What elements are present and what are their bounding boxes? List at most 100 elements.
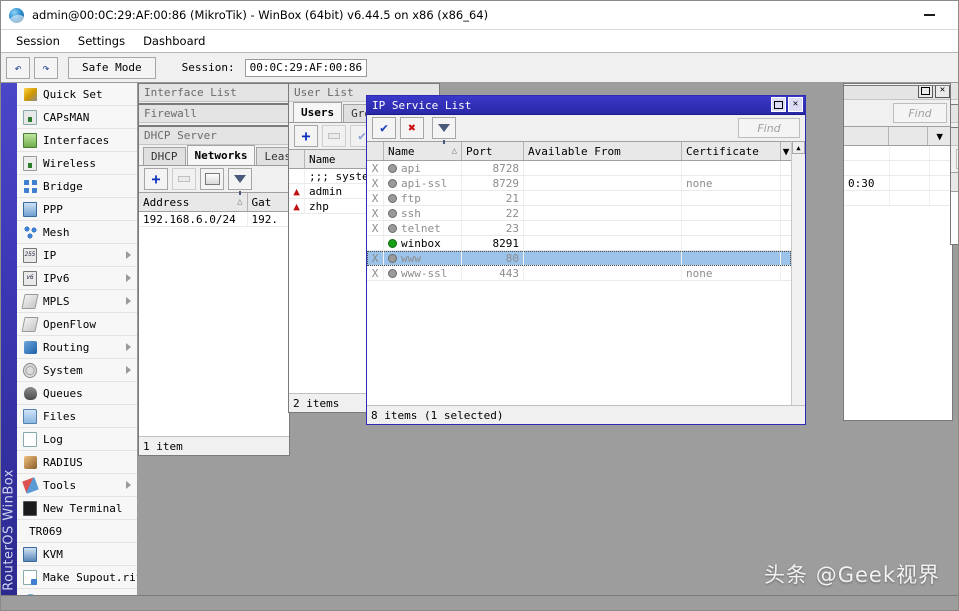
menu-session[interactable]: Session xyxy=(7,32,69,50)
table-row[interactable]: X www-ssl 443 none xyxy=(367,266,791,281)
find-input[interactable]: Find xyxy=(893,103,947,123)
sidebar-item-mesh[interactable]: Mesh xyxy=(17,221,137,244)
table-row[interactable]: X ftp 21 xyxy=(367,191,791,206)
table-row[interactable] xyxy=(844,146,952,161)
table-row[interactable]: X ssh 22 xyxy=(367,206,791,221)
sidebar-item-log[interactable]: Log xyxy=(17,428,137,451)
disable-service-button[interactable]: ✖ xyxy=(400,117,424,139)
sidebar-item-label: PPP xyxy=(43,202,63,216)
sidebar-item-kvm[interactable]: KVM xyxy=(17,543,137,566)
add-button[interactable]: + xyxy=(144,168,168,190)
sidebar-item-tools[interactable]: Tools xyxy=(17,474,137,497)
undo-arrow-icon: ↶ xyxy=(14,60,22,75)
column-certificate[interactable]: Certificate xyxy=(682,142,781,160)
close-button[interactable]: ✕ xyxy=(788,97,803,112)
background-window-stack-5[interactable]: ✕ Find ▼ xyxy=(950,127,958,245)
enable-service-button[interactable]: ✔ xyxy=(372,117,396,139)
column-gateway[interactable]: Gat xyxy=(248,193,289,211)
sidebar-item-label: New Terminal xyxy=(43,501,123,515)
window-title-bar[interactable]: ✕ xyxy=(951,105,958,123)
chevron-right-icon xyxy=(126,481,131,489)
sidebar-item-tr069[interactable]: TR069 xyxy=(17,520,137,543)
add-button[interactable]: + xyxy=(294,125,318,147)
copy-button[interactable] xyxy=(200,168,224,190)
sidebar-item-manual[interactable]: Manual xyxy=(17,589,137,595)
tab-dhcp[interactable]: DHCP xyxy=(143,147,186,165)
vertical-scrollbar[interactable]: ▲ xyxy=(791,141,805,405)
cell-name: api-ssl xyxy=(384,176,462,190)
sidebar-item-new-terminal[interactable]: New Terminal xyxy=(17,497,137,520)
sidebar-item-bridge[interactable]: Bridge xyxy=(17,175,137,198)
window-title-bar[interactable]: ✕ xyxy=(951,128,958,146)
sidebar-item-make-supout[interactable]: Make Supout.rif xyxy=(17,566,137,589)
sidebar-item-openflow[interactable]: OpenFlow xyxy=(17,313,137,336)
column-available-from[interactable]: Available From xyxy=(524,142,682,160)
window-title-bar[interactable]: Firewall xyxy=(139,105,289,123)
sidebar-item-queues[interactable]: Queues xyxy=(17,382,137,405)
background-window-stack-2[interactable] xyxy=(843,83,955,86)
cell-name: winbox xyxy=(384,236,462,250)
table-row[interactable] xyxy=(844,161,952,176)
sidebar-item-files[interactable]: Files xyxy=(17,405,137,428)
sidebar-item-interfaces[interactable]: Interfaces xyxy=(17,129,137,152)
background-window-stack-1[interactable]: ✕ Find ▼ 0:30 xyxy=(843,83,953,421)
table-row[interactable] xyxy=(844,191,952,206)
table-row[interactable]: 192.168.6.0/24 192. xyxy=(139,212,289,227)
undo-button[interactable]: ↶ xyxy=(6,56,30,79)
safe-mode-button[interactable]: Safe Mode xyxy=(68,56,156,79)
sidebar-item-routing[interactable]: Routing xyxy=(17,336,137,359)
cell-available-from xyxy=(524,161,682,175)
window-title-bar[interactable]: Interface List xyxy=(139,84,289,102)
sidebar-item-ip[interactable]: 255 IP xyxy=(17,244,137,267)
interface-list-window[interactable]: Interface List xyxy=(138,83,290,104)
plus-icon: + xyxy=(301,126,311,145)
column-port[interactable]: Port xyxy=(462,142,524,160)
remove-button[interactable] xyxy=(322,125,346,147)
ip-service-list-window[interactable]: IP Service List ✕ ✔ ✖ Find Name △ Port A… xyxy=(366,95,806,425)
filter-button[interactable] xyxy=(228,168,252,195)
redo-button[interactable]: ↷ xyxy=(34,56,58,79)
table-row[interactable]: X www 80 xyxy=(367,251,791,266)
dhcp-server-window[interactable]: DHCP Server DHCP Networks Leases + Addre… xyxy=(138,126,313,456)
sidebar-item-system[interactable]: System xyxy=(17,359,137,382)
sidebar-item-radius[interactable]: RADIUS xyxy=(17,451,137,474)
table-row[interactable]: X api 8728 xyxy=(367,161,791,176)
table-row[interactable]: 0:30 xyxy=(844,176,952,191)
minimize-button[interactable] xyxy=(914,1,944,29)
table-row[interactable]: X api-ssl 8729 none xyxy=(367,176,791,191)
sidebar-item-mpls[interactable]: MPLS xyxy=(17,290,137,313)
column-menu-button[interactable]: ▼ xyxy=(928,127,952,145)
firewall-window[interactable]: Firewall xyxy=(138,104,290,126)
tab-networks[interactable]: Networks xyxy=(186,145,256,165)
sidebar-item-label: Files xyxy=(43,409,77,423)
window-title-bar[interactable]: ✕ xyxy=(951,83,958,100)
cell-certificate xyxy=(682,221,781,235)
sidebar-item-quick-set[interactable]: Quick Set xyxy=(17,83,137,106)
column-menu-button[interactable]: ▼ xyxy=(781,142,791,160)
column-address[interactable]: Address △ xyxy=(139,193,248,211)
cell-flag: X xyxy=(367,206,384,220)
sidebar-item-ppp[interactable]: PPP xyxy=(17,198,137,221)
menu-dashboard[interactable]: Dashboard xyxy=(134,32,214,50)
session-value[interactable]: 00:0C:29:AF:00:86 xyxy=(244,58,368,77)
window-title-bar[interactable]: IP Service List ✕ xyxy=(367,96,805,115)
window-title-bar[interactable]: DHCP Server xyxy=(139,127,289,145)
find-input[interactable]: Find xyxy=(956,149,958,169)
column-name[interactable]: Name △ xyxy=(384,142,462,160)
filter-button[interactable] xyxy=(432,117,456,144)
find-input[interactable]: Find xyxy=(738,118,800,138)
tab-users[interactable]: Users xyxy=(293,102,343,122)
table-row[interactable]: winbox 8291 xyxy=(367,236,791,251)
sidebar-item-wireless[interactable]: Wireless xyxy=(17,152,137,175)
maximize-button[interactable] xyxy=(771,97,786,112)
scroll-up-button[interactable]: ▲ xyxy=(792,141,805,154)
close-icon: ✕ xyxy=(792,99,799,109)
menu-settings[interactable]: Settings xyxy=(69,32,134,50)
manual-icon xyxy=(23,593,37,595)
cell-value: 0:30 xyxy=(844,176,890,190)
remove-button[interactable] xyxy=(172,168,196,190)
sidebar-item-ipv6[interactable]: v6 IPv6 xyxy=(17,267,137,290)
cell-port: 8729 xyxy=(462,176,524,190)
table-row[interactable]: X telnet 23 xyxy=(367,221,791,236)
sidebar-item-capsman[interactable]: CAPsMAN xyxy=(17,106,137,129)
